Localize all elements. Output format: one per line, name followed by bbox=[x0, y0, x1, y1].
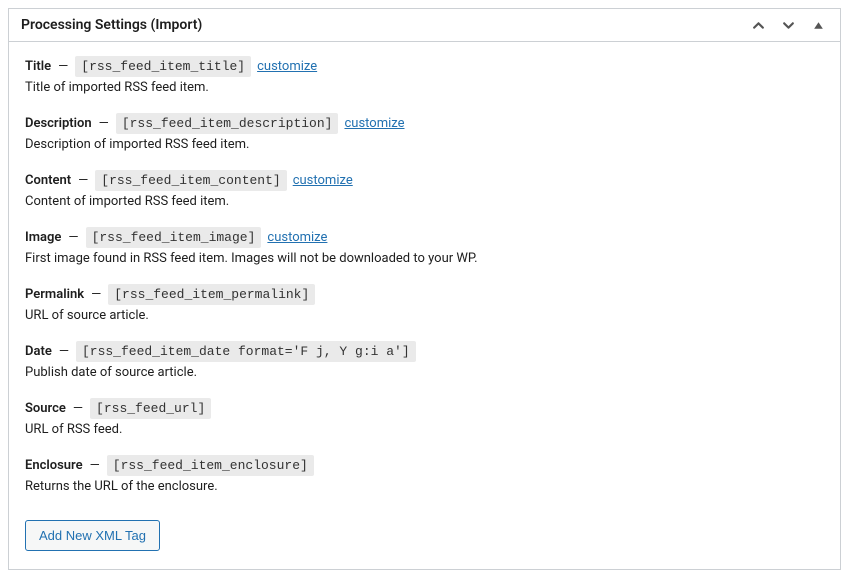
field-desc: Returns the URL of the enclosure. bbox=[25, 479, 824, 494]
field-desc: Description of imported RSS feed item. bbox=[25, 137, 824, 152]
dash: — bbox=[57, 59, 69, 74]
panel-controls bbox=[748, 15, 828, 35]
field-desc: URL of source article. bbox=[25, 308, 824, 323]
field-label: Enclosure bbox=[25, 458, 83, 473]
panel-body: Title — [rss_feed_item_title] customize … bbox=[9, 42, 840, 569]
field-content: Content — [rss_feed_item_content] custom… bbox=[25, 170, 824, 209]
dash: — bbox=[98, 116, 110, 131]
processing-settings-panel: Processing Settings (Import) Title — [rs… bbox=[8, 8, 841, 570]
dash: — bbox=[90, 287, 102, 302]
dash: — bbox=[58, 344, 70, 359]
field-enclosure: Enclosure — [rss_feed_item_enclosure] Re… bbox=[25, 455, 824, 494]
field-image: Image — [rss_feed_item_image] customize … bbox=[25, 227, 824, 266]
add-new-xml-tag-button[interactable]: Add New XML Tag bbox=[25, 520, 160, 551]
field-row: Permalink — [rss_feed_item_permalink] bbox=[25, 284, 824, 305]
dash: — bbox=[89, 458, 101, 473]
field-row: Enclosure — [rss_feed_item_enclosure] bbox=[25, 455, 824, 476]
field-desc: Content of imported RSS feed item. bbox=[25, 194, 824, 209]
field-row: Description — [rss_feed_item_description… bbox=[25, 113, 824, 134]
field-label: Date bbox=[25, 344, 52, 359]
field-desc: Publish date of source article. bbox=[25, 365, 824, 380]
move-up-icon[interactable] bbox=[748, 15, 768, 35]
field-label: Description bbox=[25, 116, 92, 131]
field-desc: URL of RSS feed. bbox=[25, 422, 824, 437]
field-label: Source bbox=[25, 401, 66, 416]
field-label: Content bbox=[25, 173, 71, 188]
field-row: Source — [rss_feed_url] bbox=[25, 398, 824, 419]
field-label: Permalink bbox=[25, 287, 84, 302]
field-title: Title — [rss_feed_item_title] customize … bbox=[25, 56, 824, 95]
field-token[interactable]: [rss_feed_item_permalink] bbox=[108, 284, 315, 305]
field-token[interactable]: [rss_feed_item_image] bbox=[86, 227, 262, 248]
field-label: Title bbox=[25, 59, 51, 74]
field-token[interactable]: [rss_feed_item_title] bbox=[75, 56, 251, 77]
field-row: Date — [rss_feed_item_date format='F j, … bbox=[25, 341, 824, 362]
field-row: Content — [rss_feed_item_content] custom… bbox=[25, 170, 824, 191]
field-token[interactable]: [rss_feed_item_date format='F j, Y g:i a… bbox=[76, 341, 416, 362]
field-token[interactable]: [rss_feed_item_description] bbox=[116, 113, 339, 134]
field-desc: First image found in RSS feed item. Imag… bbox=[25, 251, 824, 266]
field-label: Image bbox=[25, 230, 61, 245]
move-down-icon[interactable] bbox=[778, 15, 798, 35]
field-row: Image — [rss_feed_item_image] customize bbox=[25, 227, 824, 248]
dash: — bbox=[72, 401, 84, 416]
panel-header: Processing Settings (Import) bbox=[9, 9, 840, 42]
dash: — bbox=[67, 230, 79, 245]
collapse-toggle-icon[interactable] bbox=[808, 15, 828, 35]
customize-link[interactable]: customize bbox=[344, 116, 404, 131]
field-token[interactable]: [rss_feed_item_content] bbox=[95, 170, 286, 191]
field-desc: Title of imported RSS feed item. bbox=[25, 80, 824, 95]
field-token[interactable]: [rss_feed_item_enclosure] bbox=[107, 455, 314, 476]
panel-title: Processing Settings (Import) bbox=[21, 17, 202, 33]
field-row: Title — [rss_feed_item_title] customize bbox=[25, 56, 824, 77]
field-description: Description — [rss_feed_item_description… bbox=[25, 113, 824, 152]
customize-link[interactable]: customize bbox=[293, 173, 353, 188]
customize-link[interactable]: customize bbox=[257, 59, 317, 74]
field-permalink: Permalink — [rss_feed_item_permalink] UR… bbox=[25, 284, 824, 323]
field-token[interactable]: [rss_feed_url] bbox=[90, 398, 211, 419]
customize-link[interactable]: customize bbox=[267, 230, 327, 245]
field-date: Date — [rss_feed_item_date format='F j, … bbox=[25, 341, 824, 380]
dash: — bbox=[77, 173, 89, 188]
field-source: Source — [rss_feed_url] URL of RSS feed. bbox=[25, 398, 824, 437]
